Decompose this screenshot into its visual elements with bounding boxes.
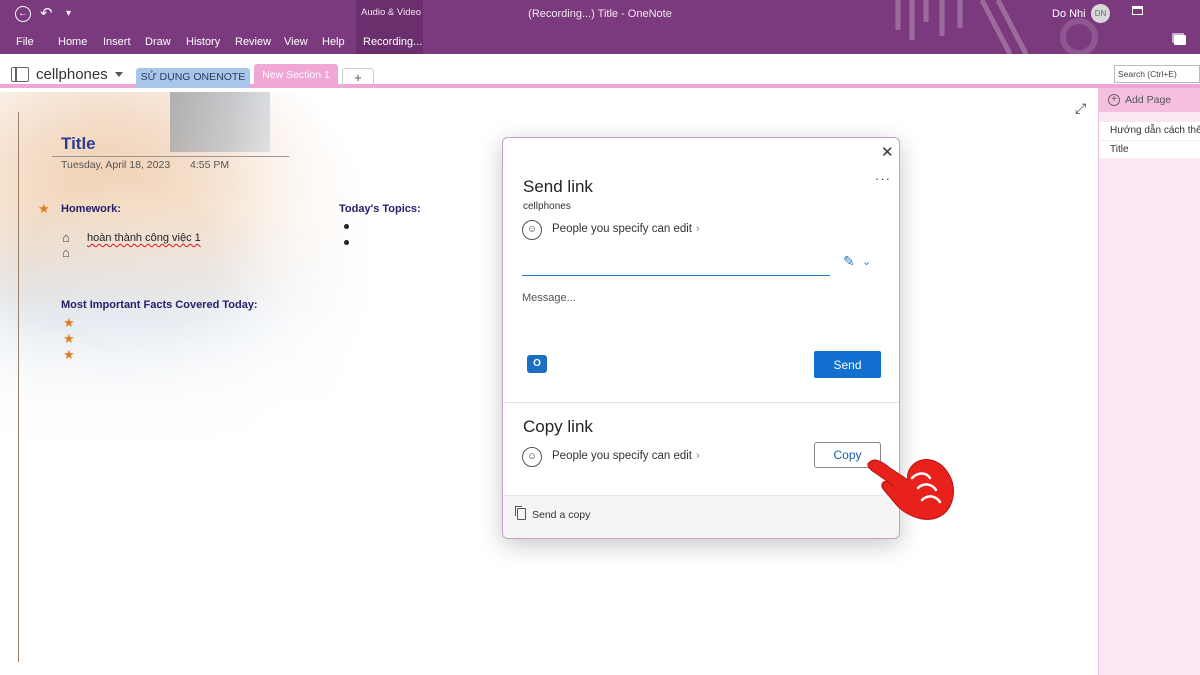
menu-home[interactable]: Home	[58, 33, 87, 51]
homework-task[interactable]: hoàn thành công việc 1	[87, 232, 201, 244]
more-options-icon[interactable]: ···	[875, 171, 891, 186]
recipient-input[interactable]	[522, 256, 830, 276]
send-link-heading: Send link	[523, 177, 593, 196]
people-icon: ☺	[522, 220, 542, 240]
menu-recording[interactable]: Recording...	[363, 33, 422, 51]
share-dialog: ✕ ··· Send link cellphones ☺ People you …	[502, 137, 900, 539]
permission-label: People you specify can edit	[552, 223, 693, 235]
menu-file[interactable]: File	[16, 33, 34, 51]
menu-bar: File Home Insert Draw History Review Vie…	[0, 33, 1200, 51]
page-margin-line	[18, 112, 19, 662]
send-button[interactable]: Send	[814, 351, 881, 378]
message-field[interactable]	[522, 292, 880, 348]
close-icon[interactable]: ✕	[881, 143, 894, 161]
menu-draw[interactable]: Draw	[145, 33, 171, 51]
notebook-name[interactable]: cellphones	[36, 66, 108, 83]
document-copy-icon	[517, 508, 526, 520]
chevron-right-icon: ›	[696, 450, 700, 462]
permission-label: People you specify can edit	[552, 450, 693, 462]
send-a-copy-button[interactable]: Send a copy	[503, 495, 899, 538]
star-icon: ★	[63, 331, 75, 346]
chevron-right-icon: ›	[696, 223, 700, 235]
menu-view[interactable]: View	[284, 33, 308, 51]
homework-heading[interactable]: Homework:	[61, 203, 121, 215]
star-icon: ★	[38, 201, 50, 216]
pencil-icon[interactable]: ✎	[843, 253, 855, 270]
chevron-down-icon[interactable]	[115, 72, 123, 77]
send-a-copy-label: Send a copy	[532, 509, 591, 521]
bullet-point	[344, 224, 349, 229]
send-permission-link[interactable]: People you specify can edit ›	[552, 223, 700, 235]
search-input[interactable]: Search (Ctrl+E)	[1114, 65, 1200, 83]
section-tab-row: cellphones SỬ DỤNG ONENOTE New Section 1…	[0, 54, 1200, 88]
section-tab-new-section-1[interactable]: New Section 1	[254, 64, 338, 88]
add-section-button[interactable]: +	[342, 68, 374, 88]
page-date: Tuesday, April 18, 2023	[61, 159, 171, 171]
add-page-label: Add Page	[1125, 94, 1172, 106]
topics-heading[interactable]: Today's Topics:	[339, 203, 421, 215]
menu-insert[interactable]: Insert	[103, 33, 131, 51]
page-list-panel: + Add Page Hướng dẫn cách thêm Title	[1098, 88, 1200, 675]
menu-help[interactable]: Help	[322, 33, 345, 51]
home-icon: ⌂	[62, 230, 70, 245]
background-fade	[0, 292, 510, 472]
expand-icon[interactable]: ⤢	[1075, 100, 1086, 117]
add-page-button[interactable]: + Add Page	[1099, 88, 1200, 112]
copy-link-heading: Copy link	[523, 417, 593, 436]
bullet-point	[344, 240, 349, 245]
menu-review[interactable]: Review	[235, 33, 271, 51]
notebook-icon[interactable]	[11, 67, 29, 82]
star-icon: ★	[63, 315, 75, 330]
facts-heading[interactable]: Most Important Facts Covered Today:	[61, 299, 258, 311]
copy-permission-link[interactable]: People you specify can edit ›	[552, 450, 700, 462]
star-icon: ★	[63, 347, 75, 362]
avatar[interactable]: DN	[1091, 4, 1110, 23]
page-title[interactable]: Title	[61, 134, 96, 154]
people-icon: ☺	[522, 447, 542, 467]
page-list-item[interactable]: Hướng dẫn cách thêm	[1099, 122, 1200, 140]
section-tab-su-dung-onenote[interactable]: SỬ DỤNG ONENOTE	[136, 68, 250, 88]
section-divider	[503, 402, 899, 403]
menu-history[interactable]: History	[186, 33, 220, 51]
home-icon: ⌂	[62, 245, 70, 260]
title-underline	[52, 156, 289, 157]
page-time: 4:55 PM	[190, 159, 230, 171]
ribbon-display-options-icon[interactable]	[1132, 6, 1143, 15]
user-name[interactable]: Do Nhi	[1052, 8, 1086, 20]
title-bar: ← ↶ ▾ Audio & Video (Recording...) Title…	[0, 0, 1200, 54]
page-list-item[interactable]: Title	[1099, 140, 1200, 158]
plus-circle-icon: +	[1108, 94, 1120, 106]
chevron-down-icon[interactable]: ⌄	[862, 255, 871, 268]
hand-pointer-icon	[867, 459, 954, 520]
shared-item-name: cellphones	[523, 201, 571, 212]
outlook-icon[interactable]: O	[527, 355, 549, 373]
